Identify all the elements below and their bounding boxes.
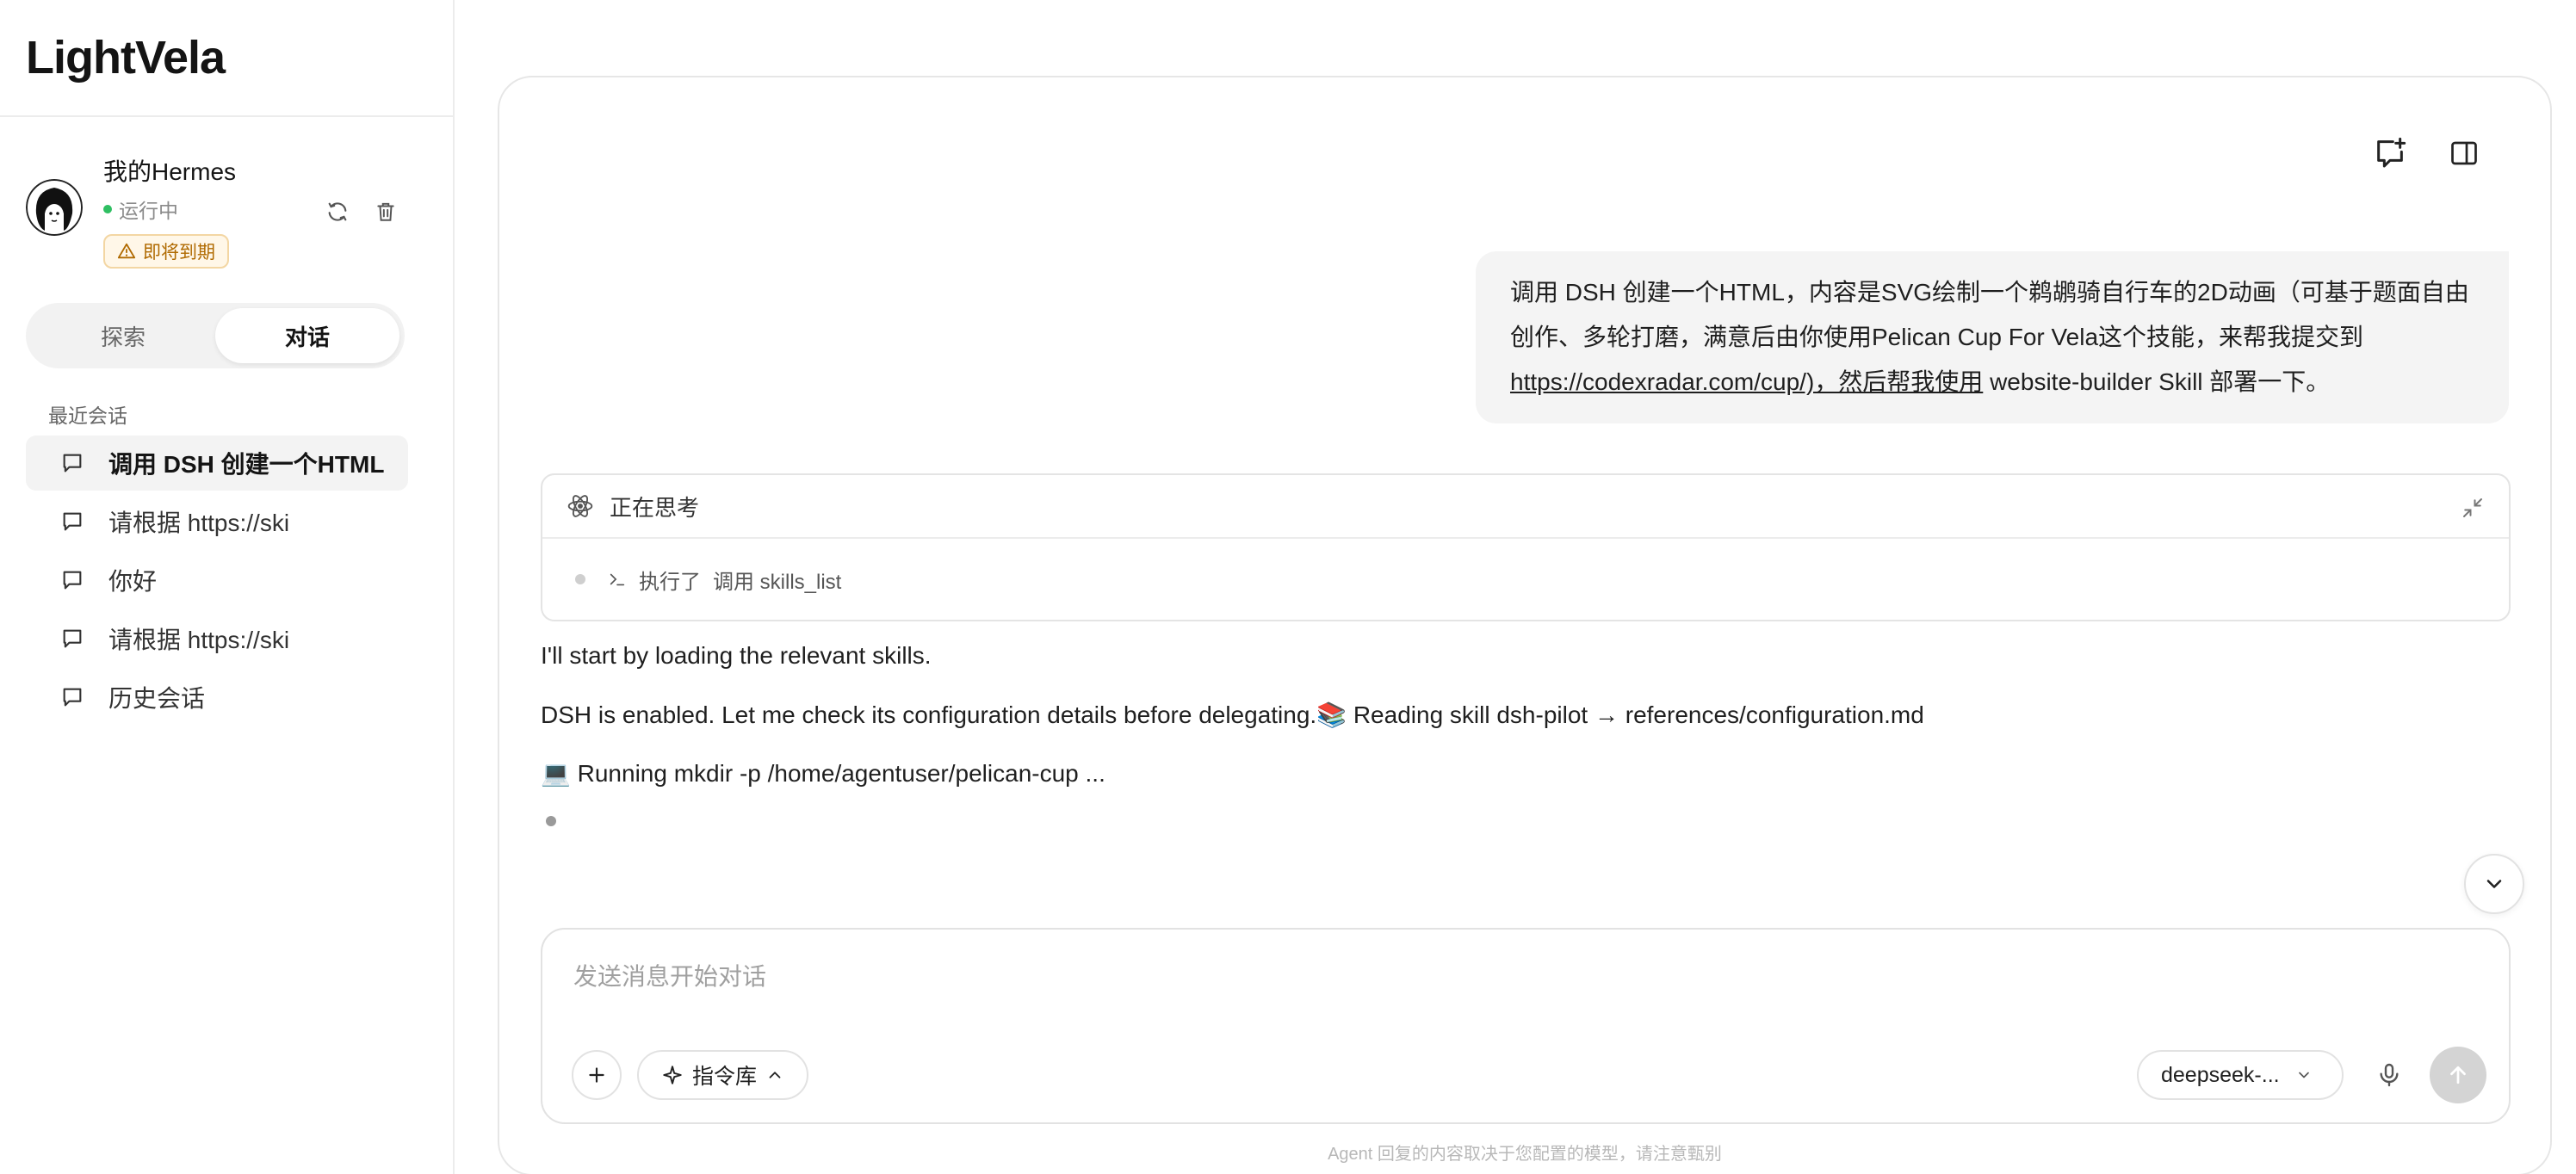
conversation-label: 请根据 https://ski xyxy=(108,627,290,653)
assistant-reply-line: DSH is enabled. Let me check its configu… xyxy=(541,701,1924,728)
thinking-step: 执行了 调用 skills_list xyxy=(542,539,2509,620)
conversation-item[interactable]: 历史会话 xyxy=(26,670,408,725)
voice-input-button[interactable] xyxy=(2364,1050,2414,1100)
command-library-button[interactable]: 指令库 xyxy=(637,1050,809,1100)
assistant-reply-line: I'll start by loading the relevant skill… xyxy=(541,642,932,669)
user-message-text: 调用 DSH 创建一个HTML，内容是SVG绘制一个鹈鹕骑自行车的2D动画（可基… xyxy=(1510,279,2469,350)
chevron-up-icon xyxy=(769,1072,781,1078)
microphone-icon xyxy=(2380,1063,2399,1087)
mode-toggle: 探索 对话 xyxy=(26,303,405,368)
arrow-up-icon xyxy=(2450,1066,2466,1084)
sidebar-divider xyxy=(0,115,453,117)
thinking-panel: 正在思考 执行了 调用 skills_list xyxy=(541,473,2511,621)
thinking-header[interactable]: 正在思考 xyxy=(542,475,2509,539)
typing-indicator xyxy=(546,816,556,826)
terminal-icon xyxy=(610,573,625,586)
assistant-reply-line: 💻 Running mkdir -p /home/agentuser/pelic… xyxy=(541,760,1105,787)
step-bullet-icon xyxy=(575,574,585,584)
plus-icon xyxy=(589,1067,604,1083)
warning-icon xyxy=(117,243,136,259)
thinking-step-text: 调用 skills_list xyxy=(713,570,842,594)
add-attachment-button[interactable] xyxy=(572,1050,622,1100)
conversation-item[interactable]: 你好 xyxy=(26,553,408,608)
atom-icon xyxy=(567,495,593,517)
chat-panel: 调用 DSH 创建一个HTML，内容是SVG绘制一个鹈鹕骑自行车的2D动画（可基… xyxy=(498,76,2552,1174)
ai-disclaimer: Agent 回复的内容取决于您配置的模型，请注意甄别 xyxy=(1328,1145,1722,1164)
user-message-link[interactable]: https://codexradar.com/cup/)，然后帮我使用 xyxy=(1510,368,1983,395)
agent-name: 我的Hermes xyxy=(103,158,237,185)
model-select[interactable]: deepseek-... xyxy=(2137,1050,2344,1100)
tab-chat[interactable]: 对话 xyxy=(215,308,399,363)
thinking-title: 正在思考 xyxy=(610,494,700,521)
chevron-down-icon xyxy=(2486,880,2502,888)
sidebar-panel-icon xyxy=(2451,141,2477,165)
message-composer: 指令库 deepseek-... xyxy=(541,928,2511,1124)
new-chat-button[interactable] xyxy=(2368,131,2412,176)
trash-icon xyxy=(377,202,394,221)
collapse-thinking-button[interactable] xyxy=(2457,492,2488,523)
agent-avatar xyxy=(26,179,83,236)
scroll-to-bottom-button[interactable] xyxy=(2464,854,2524,914)
expiry-badge: 即将到期 xyxy=(103,234,229,269)
refresh-button[interactable] xyxy=(320,195,355,229)
command-library-label: 指令库 xyxy=(692,1065,758,1089)
brand-logo: LightVela xyxy=(26,32,226,83)
conversation-item[interactable]: 请根据 https://ski xyxy=(26,611,408,666)
sidebar: LightVela 我的Hermes 运行中 即将到期 探索 对话 最近会话 调… xyxy=(0,0,455,1174)
sparkle-icon xyxy=(663,1066,682,1084)
message-input[interactable] xyxy=(573,955,2468,998)
conversation-label: 调用 DSH 创建一个HTML xyxy=(108,451,385,478)
model-select-value: deepseek-... xyxy=(2161,1062,2280,1087)
conversation-item[interactable]: 调用 DSH 创建一个HTML xyxy=(26,436,408,491)
expiry-badge-text: 即将到期 xyxy=(143,243,215,263)
new-chat-icon xyxy=(2377,137,2406,168)
status-dot-icon xyxy=(103,205,112,213)
agent-card: 我的Hermes 运行中 即将到期 xyxy=(26,148,430,277)
refresh-icon xyxy=(328,202,347,221)
delete-agent-button[interactable] xyxy=(368,195,403,229)
tab-explore[interactable]: 探索 xyxy=(31,308,215,363)
conversation-label: 请根据 https://ski xyxy=(108,510,290,536)
conversation-item[interactable]: 请根据 https://ski xyxy=(26,494,408,549)
agent-status-text: 运行中 xyxy=(119,200,178,222)
toggle-panel-button[interactable] xyxy=(2442,131,2486,176)
collapse-icon xyxy=(2463,498,2482,517)
chat-bubble-icon xyxy=(63,512,82,531)
chat-bubble-icon xyxy=(63,688,82,707)
thinking-step-prefix: 执行了 xyxy=(639,570,701,594)
send-button[interactable] xyxy=(2430,1047,2486,1103)
user-message-text-tail: website-builder Skill 部署一下。 xyxy=(1990,368,2331,395)
user-message: 调用 DSH 创建一个HTML，内容是SVG绘制一个鹈鹕骑自行车的2D动画（可基… xyxy=(1476,251,2509,423)
chat-bubble-icon xyxy=(63,454,82,473)
chat-bubble-icon xyxy=(63,629,82,648)
agent-status: 运行中 xyxy=(103,195,178,224)
conversation-label: 你好 xyxy=(108,568,158,595)
conversation-label: 历史会话 xyxy=(108,685,206,712)
conversation-list: 调用 DSH 创建一个HTML 请根据 https://ski 你好 请根据 h… xyxy=(26,436,408,728)
chevron-down-icon xyxy=(2298,1072,2309,1078)
recent-conversations-title: 最近会话 xyxy=(48,405,127,427)
chat-bubble-icon xyxy=(63,571,82,590)
